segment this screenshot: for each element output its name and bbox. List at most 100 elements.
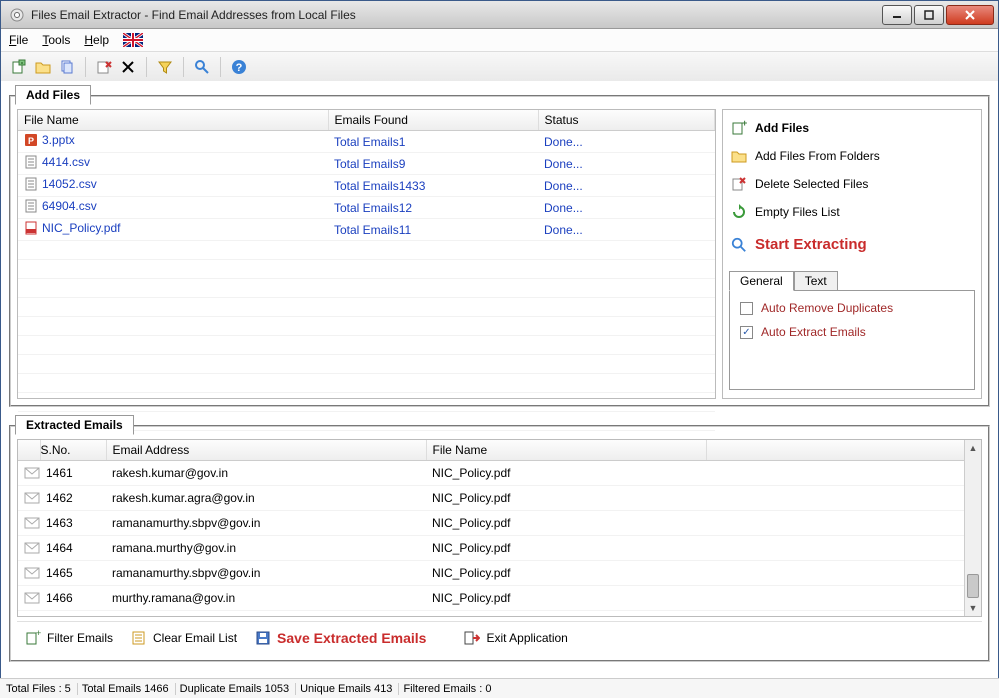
svg-text:P: P [28, 136, 34, 146]
emails-found-cell: Total Emails12 [328, 197, 538, 219]
menubar: File Tools Help [1, 29, 998, 51]
emails-found-cell: Total Emails1 [328, 131, 538, 153]
tb-filter-icon[interactable] [155, 57, 175, 77]
tab-general[interactable]: General [729, 271, 794, 291]
emails-found-cell: Total Emails1433 [328, 175, 538, 197]
clear-list-icon [131, 630, 147, 646]
envelope-icon [18, 561, 40, 586]
save-extracted-label: Save Extracted Emails [277, 630, 426, 646]
table-row[interactable]: NIC_Policy.pdfTotal Emails11Done... [18, 219, 715, 241]
col-sno[interactable]: S.No. [40, 440, 106, 461]
tb-copy-icon[interactable] [57, 57, 77, 77]
side-delete-label: Delete Selected Files [755, 177, 868, 191]
clear-email-list-button[interactable]: Clear Email List [127, 628, 241, 648]
status-cell: Done... [538, 219, 715, 241]
status-cell: Done... [538, 175, 715, 197]
envelope-icon [18, 486, 40, 511]
tb-add-files-icon[interactable] [9, 57, 29, 77]
table-row[interactable]: 1463ramanamurthy.sbpv@gov.inNIC_Policy.p… [18, 511, 981, 536]
side-empty-label: Empty Files List [755, 205, 840, 219]
checkbox-checked-icon: ✓ [740, 326, 753, 339]
svg-text:+: + [36, 630, 41, 638]
sno-cell: 1463 [40, 511, 106, 536]
start-extracting-label: Start Extracting [755, 236, 867, 253]
file-name-cell: 14052.csv [42, 177, 97, 191]
sno-cell: 1461 [40, 461, 106, 486]
table-row[interactable]: 1464ramana.murthy@gov.inNIC_Policy.pdf [18, 536, 981, 561]
checkbox-auto-extract[interactable]: ✓ Auto Extract Emails [740, 325, 964, 339]
toolbar: ? [1, 51, 998, 81]
files-table: File Name Emails Found Status P3.pptxTot… [17, 109, 716, 399]
tb-search-icon[interactable] [192, 57, 212, 77]
emails-found-cell: Total Emails9 [328, 153, 538, 175]
tb-help-icon[interactable]: ? [229, 57, 249, 77]
table-row[interactable]: 1466murthy.ramana@gov.inNIC_Policy.pdf [18, 586, 981, 611]
bottom-button-row: + Filter Emails Clear Email List Save Ex… [17, 621, 982, 654]
add-files-group: Add Files File Name Emails Found Status … [9, 95, 990, 407]
sno-cell: 1462 [40, 486, 106, 511]
filter-emails-label: Filter Emails [47, 631, 113, 645]
file-name-cell: NIC_Policy.pdf [42, 221, 120, 235]
side-start-extracting[interactable]: Start Extracting [729, 228, 975, 261]
scroll-thumb[interactable] [967, 574, 979, 598]
status-filtered-emails: Filtered Emails : 0 [403, 683, 491, 695]
close-button[interactable] [946, 5, 994, 25]
table-row[interactable]: 4414.csvTotal Emails9Done... [18, 153, 715, 175]
menu-tools[interactable]: Tools [42, 33, 70, 47]
col-emails-found[interactable]: Emails Found [328, 110, 538, 131]
status-dup-emails: Duplicate Emails 1053 [180, 683, 296, 695]
exit-app-label: Exit Application [486, 631, 567, 645]
side-add-files-label: Add Files [755, 121, 809, 135]
maximize-button[interactable] [914, 5, 944, 25]
table-row[interactable]: 14052.csv Total Emails1433Done... [18, 175, 715, 197]
col-email[interactable]: Email Address [106, 440, 426, 461]
app-icon [9, 7, 25, 23]
status-total-emails: Total Emails 1466 [82, 683, 176, 695]
sno-cell: 1465 [40, 561, 106, 586]
tab-extracted-emails[interactable]: Extracted Emails [15, 415, 134, 435]
table-row[interactable]: P3.pptxTotal Emails1Done... [18, 131, 715, 153]
col-status[interactable]: Status [538, 110, 715, 131]
envelope-icon [18, 511, 40, 536]
vertical-scrollbar[interactable]: ▲ ▼ [964, 440, 981, 616]
col-file-name[interactable]: File Name [18, 110, 328, 131]
refresh-icon [731, 204, 747, 220]
side-delete-selected[interactable]: Delete Selected Files [729, 172, 975, 196]
email-cell: ramanamurthy.sbpv@gov.in [106, 511, 426, 536]
tb-delete-icon[interactable] [94, 57, 114, 77]
side-add-files[interactable]: + Add Files [729, 116, 975, 140]
table-row[interactable]: 1461rakesh.kumar@gov.inNIC_Policy.pdf [18, 461, 981, 486]
titlebar: Files Email Extractor - Find Email Addre… [1, 1, 998, 29]
menu-file[interactable]: File [9, 33, 28, 47]
language-flag-icon[interactable] [123, 33, 143, 47]
scroll-up-icon[interactable]: ▲ [965, 440, 981, 456]
status-cell: Done... [538, 153, 715, 175]
scroll-down-icon[interactable]: ▼ [965, 600, 981, 616]
filename-cell: NIC_Policy.pdf [426, 511, 706, 536]
tab-add-files[interactable]: Add Files [15, 85, 91, 105]
col-file[interactable]: File Name [426, 440, 706, 461]
checkbox-auto-remove-dup[interactable]: Auto Remove Duplicates [740, 301, 964, 315]
tb-add-folder-icon[interactable] [33, 57, 53, 77]
minimize-button[interactable] [882, 5, 912, 25]
folder-icon [731, 148, 747, 164]
side-add-from-folders[interactable]: Add Files From Folders [729, 144, 975, 168]
table-row[interactable]: 1462rakesh.kumar.agra@gov.inNIC_Policy.p… [18, 486, 981, 511]
table-row[interactable]: 64904.csvTotal Emails12Done... [18, 197, 715, 219]
auto-extract-label: Auto Extract Emails [761, 325, 866, 339]
window-title: Files Email Extractor - Find Email Addre… [29, 8, 882, 22]
email-cell: ramanamurthy.sbpv@gov.in [106, 561, 426, 586]
status-total-files: Total Files : 5 [6, 683, 78, 695]
tb-clear-icon[interactable] [118, 57, 138, 77]
file-type-icon: P [24, 133, 38, 147]
side-panel: + Add Files Add Files From Folders Delet… [722, 109, 982, 399]
file-type-icon [24, 177, 38, 191]
side-empty-list[interactable]: Empty Files List [729, 200, 975, 224]
save-extracted-button[interactable]: Save Extracted Emails [251, 628, 430, 648]
menu-help[interactable]: Help [84, 33, 109, 47]
exit-application-button[interactable]: Exit Application [460, 628, 571, 648]
table-row[interactable]: 1465ramanamurthy.sbpv@gov.inNIC_Policy.p… [18, 561, 981, 586]
email-cell: ramana.murthy@gov.in [106, 536, 426, 561]
tab-text[interactable]: Text [794, 271, 838, 291]
filter-emails-button[interactable]: + Filter Emails [21, 628, 117, 648]
